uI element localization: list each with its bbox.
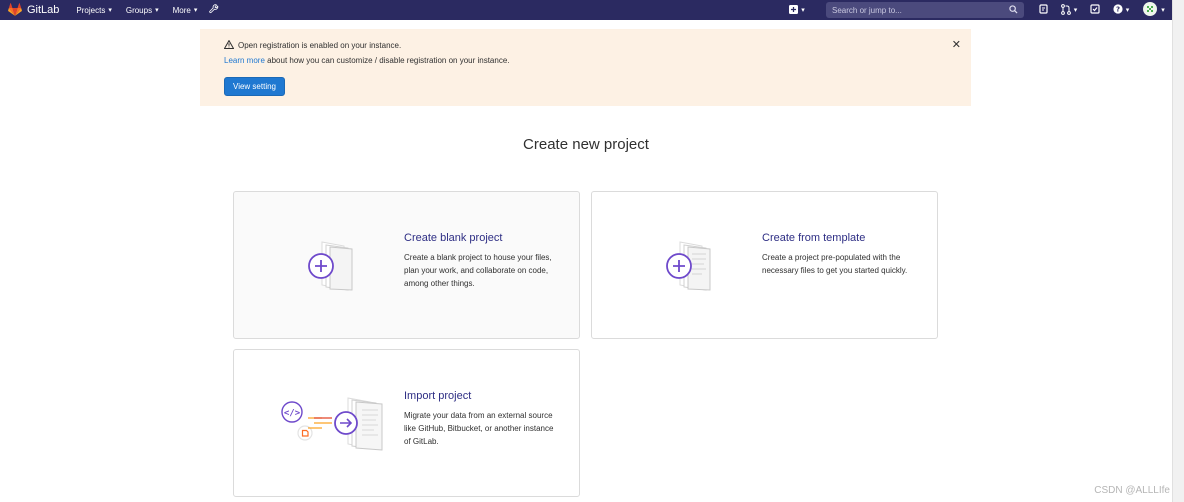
issues-link[interactable] xyxy=(1034,0,1054,20)
chevron-down-icon: ▾ xyxy=(1073,7,1078,14)
chevron-down-icon: ▾ xyxy=(108,7,112,14)
card-title: Create from template xyxy=(762,232,866,244)
gitlab-home-link[interactable]: GitLab xyxy=(8,0,59,20)
template-illustration-icon xyxy=(662,240,714,297)
search-icon xyxy=(1009,4,1018,16)
card-description: Migrate your data from an external sourc… xyxy=(404,411,554,446)
alert-title-text: Open registration is enabled on your ins… xyxy=(238,41,402,50)
import-project-illustration-icon: </> xyxy=(278,396,384,457)
alert-body-text: about how you can customize / disable re… xyxy=(264,56,510,65)
svg-text:?: ? xyxy=(1116,6,1120,14)
top-navbar: GitLab Projects ▾ Groups ▾ More ▾ ▾ Sear… xyxy=(0,0,1172,20)
import-project-card[interactable]: </> Import project Migrate your data fro… xyxy=(233,349,580,497)
avatar xyxy=(1143,2,1158,18)
admin-area-link[interactable] xyxy=(209,4,219,16)
alert-title: Open registration is enabled on your ins… xyxy=(223,39,402,51)
card-title: Import project xyxy=(404,390,472,402)
gitlab-logo-icon xyxy=(8,2,22,18)
alert-body: Learn more about how you can customize /… xyxy=(224,56,510,65)
nav-projects-dropdown[interactable]: Projects ▾ xyxy=(76,6,111,15)
create-from-template-card[interactable]: Create from template Create a project pr… xyxy=(591,191,938,339)
watermark: CSDN @ALLLIfe xyxy=(1094,485,1170,496)
merge-requests-dropdown[interactable]: ▾ xyxy=(1054,0,1084,20)
search-input[interactable]: Search or jump to... xyxy=(826,2,1024,18)
card-description: Create a project pre-populated with the … xyxy=(762,253,908,275)
chevron-down-icon: ▾ xyxy=(155,7,159,14)
user-menu-dropdown[interactable]: ▾ xyxy=(1136,0,1172,20)
nav-more-label: More xyxy=(172,5,191,15)
page-scrollbar[interactable] xyxy=(1172,0,1184,502)
chevron-down-icon: ▾ xyxy=(801,7,805,14)
card-title: Create blank project xyxy=(404,232,503,244)
issues-icon xyxy=(1039,4,1049,16)
nav-more-dropdown[interactable]: More ▾ xyxy=(173,6,198,15)
new-dropdown[interactable]: ▾ xyxy=(784,0,810,20)
card-description: Create a blank project to house your fil… xyxy=(404,253,552,288)
page-title: Create new project xyxy=(523,136,649,153)
navbar-right: ▾ Search or jump to... ▾ ? ▾ ▾ xyxy=(784,0,1172,20)
todos-link[interactable] xyxy=(1084,0,1106,20)
plus-square-icon xyxy=(789,4,799,16)
help-icon: ? xyxy=(1113,4,1123,16)
brand-name: GitLab xyxy=(27,4,60,16)
help-dropdown[interactable]: ? ▾ xyxy=(1106,0,1136,20)
registration-alert: Open registration is enabled on your ins… xyxy=(200,29,971,106)
create-blank-project-card[interactable]: Create blank project Create a blank proj… xyxy=(233,191,580,339)
learn-more-link[interactable]: Learn more xyxy=(224,56,265,65)
close-icon[interactable]: ✕ xyxy=(952,38,961,51)
todo-check-icon xyxy=(1090,4,1100,16)
search-placeholder: Search or jump to... xyxy=(832,5,902,15)
chevron-down-icon: ▾ xyxy=(1161,7,1165,14)
svg-text:</>: </> xyxy=(284,409,301,419)
nav-groups-dropdown[interactable]: Groups ▾ xyxy=(126,6,159,15)
chevron-down-icon: ▾ xyxy=(1125,7,1130,14)
blank-project-illustration-icon xyxy=(304,240,356,297)
nav-groups-label: Groups xyxy=(125,5,153,15)
merge-request-icon xyxy=(1060,3,1071,17)
nav-projects-label: Projects xyxy=(76,5,106,15)
view-setting-button[interactable]: View setting xyxy=(224,77,285,96)
warning-icon xyxy=(223,39,235,51)
wrench-icon xyxy=(209,4,219,16)
chevron-down-icon: ▾ xyxy=(193,7,198,14)
